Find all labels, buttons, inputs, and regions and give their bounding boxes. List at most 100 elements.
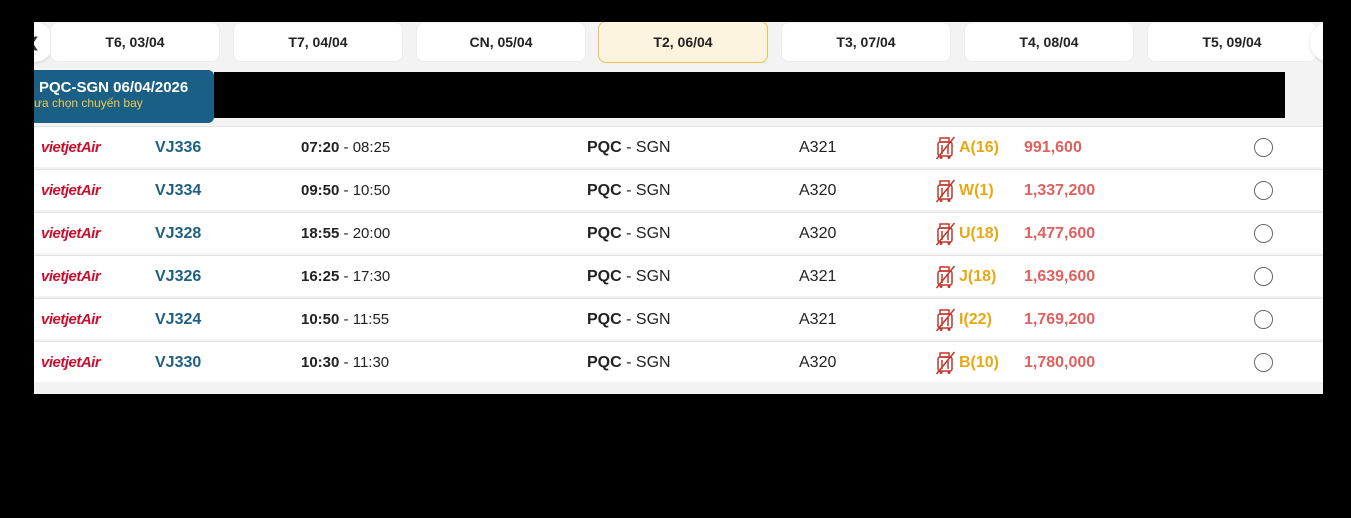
select-flight-radio[interactable] [1254,267,1273,286]
no-checked-baggage-icon [935,222,956,246]
flight-times: 10:50 - 11:55 [301,299,389,340]
aircraft-type: A320 [799,354,837,371]
departure-time: 10:30 [301,354,340,371]
fare-price: 1,639,600 [1024,268,1096,285]
arrival-time: 10:50 [352,182,391,199]
flight-times: 18:55 - 20:00 [301,213,390,254]
flight-route: PQC - SGN [587,170,671,211]
flight-route: PQC - SGN [587,213,671,254]
flight-times: 10:30 - 11:30 [301,342,389,383]
departure-time: 07:20 [301,139,340,156]
flight-number: VJ330 [155,354,202,371]
flight-number: VJ328 [155,225,202,242]
no-checked-baggage-icon [935,136,956,160]
date-selector-bar: ❮ T6, 03/04 T7, 04/04 CN, 05/04 T2, 06/0… [34,22,1323,72]
select-flight-radio[interactable] [1254,353,1273,372]
select-flight-radio[interactable] [1254,138,1273,157]
origin-airport: PQC [587,268,622,285]
departure-time: 16:25 [301,268,340,285]
vietjet-logo: vietjetAir [41,225,101,242]
arrival-time: 20:00 [352,225,391,242]
route-title: PQC-SGN 06/04/2026 [39,79,189,96]
destination-airport: SGN [635,182,671,199]
route-separator: - [621,354,636,371]
chevron-left-icon: ❮ [34,34,40,51]
flight-search-panel: ❮ T6, 03/04 T7, 04/04 CN, 05/04 T2, 06/0… [34,22,1323,394]
flight-row[interactable]: vietjetAir VJ336 07:20 - 08:25 PQC - SGN A32… [34,126,1323,167]
destination-airport: SGN [635,354,671,371]
select-flight-radio[interactable] [1254,310,1273,329]
flight-row[interactable]: vietjetAir VJ326 16:25 - 17:30 PQC - SGN A32… [34,255,1323,296]
vietjet-logo: vietjetAir [41,268,101,285]
origin-airport: PQC [587,311,622,328]
time-separator: - [339,139,353,156]
route-separator: - [621,182,636,199]
aircraft-type: A321 [799,139,837,156]
vietjet-logo: vietjetAir [41,182,101,199]
destination-airport: SGN [635,268,671,285]
date-tab-3-selected[interactable]: T2, 06/04 [598,22,768,63]
route-subtitle: ưa chọn chuyến bay [34,96,143,110]
flight-route: PQC - SGN [587,256,671,297]
aircraft-type: A321 [799,311,837,328]
no-checked-baggage-icon [935,308,956,332]
time-separator: - [339,225,353,242]
flight-times: 09:50 - 10:50 [301,170,390,211]
departure-time: 09:50 [301,182,340,199]
fare-class: B(10) [959,354,1000,371]
flight-number: VJ326 [155,268,202,285]
flight-row[interactable]: vietjetAir VJ324 10:50 - 11:55 PQC - SGN A32… [34,298,1323,339]
fare-class: I(22) [959,311,992,328]
date-tab-5[interactable]: T4, 08/04 [964,22,1134,62]
flight-row[interactable]: vietjetAir VJ328 18:55 - 20:00 PQC - SGN A32… [34,212,1323,253]
aircraft-type: A320 [799,182,837,199]
aircraft-type: A320 [799,225,837,242]
date-tab-0[interactable]: T6, 03/04 [50,22,220,62]
time-separator: - [339,182,353,199]
no-checked-baggage-icon [935,265,956,289]
select-flight-radio[interactable] [1254,224,1273,243]
arrival-time: 08:25 [352,139,391,156]
fare-price: 1,780,000 [1024,354,1096,371]
flight-route: PQC - SGN [587,342,671,383]
arrival-time: 17:30 [352,268,391,285]
fare-price: 1,337,200 [1024,182,1096,199]
route-separator: - [621,311,636,328]
fare-price: 1,477,600 [1024,225,1096,242]
no-checked-baggage-icon [935,351,956,375]
fare-price: 1,769,200 [1024,311,1096,328]
departure-time: 10:50 [301,311,340,328]
departure-time: 18:55 [301,225,340,242]
flight-number: VJ336 [155,139,202,156]
date-tab-6[interactable]: T5, 09/04 [1147,22,1317,62]
date-tab-1[interactable]: T7, 04/04 [233,22,403,62]
origin-airport: PQC [587,139,622,156]
route-separator: - [621,268,636,285]
origin-airport: PQC [587,354,622,371]
arrival-time: 11:30 [352,354,390,371]
route-separator: - [621,139,636,156]
aircraft-type: A321 [799,268,837,285]
date-tab-4[interactable]: T3, 07/04 [781,22,951,62]
vietjet-logo: vietjetAir [41,311,101,328]
flight-times: 07:20 - 08:25 [301,127,390,168]
fare-price: 991,600 [1024,139,1082,156]
flight-route: PQC - SGN [587,127,671,168]
flight-row[interactable]: vietjetAir VJ330 10:30 - 11:30 PQC - SGN A32… [34,341,1323,382]
time-separator: - [339,311,353,328]
vietjet-logo: vietjetAir [41,139,101,156]
flight-times: 16:25 - 17:30 [301,256,390,297]
fare-class: J(18) [959,268,997,285]
date-tab-2[interactable]: CN, 05/04 [416,22,586,62]
route-header-badge: PQC-SGN 06/04/2026 ưa chọn chuyến bay [34,70,214,123]
destination-airport: SGN [635,139,671,156]
destination-airport: SGN [635,311,671,328]
origin-airport: PQC [587,182,622,199]
origin-airport: PQC [587,225,622,242]
destination-airport: SGN [635,225,671,242]
flight-row[interactable]: vietjetAir VJ334 09:50 - 10:50 PQC - SGN A32… [34,169,1323,210]
select-flight-radio[interactable] [1254,181,1273,200]
fare-class: W(1) [959,182,994,199]
route-separator: - [621,225,636,242]
no-checked-baggage-icon [935,179,956,203]
